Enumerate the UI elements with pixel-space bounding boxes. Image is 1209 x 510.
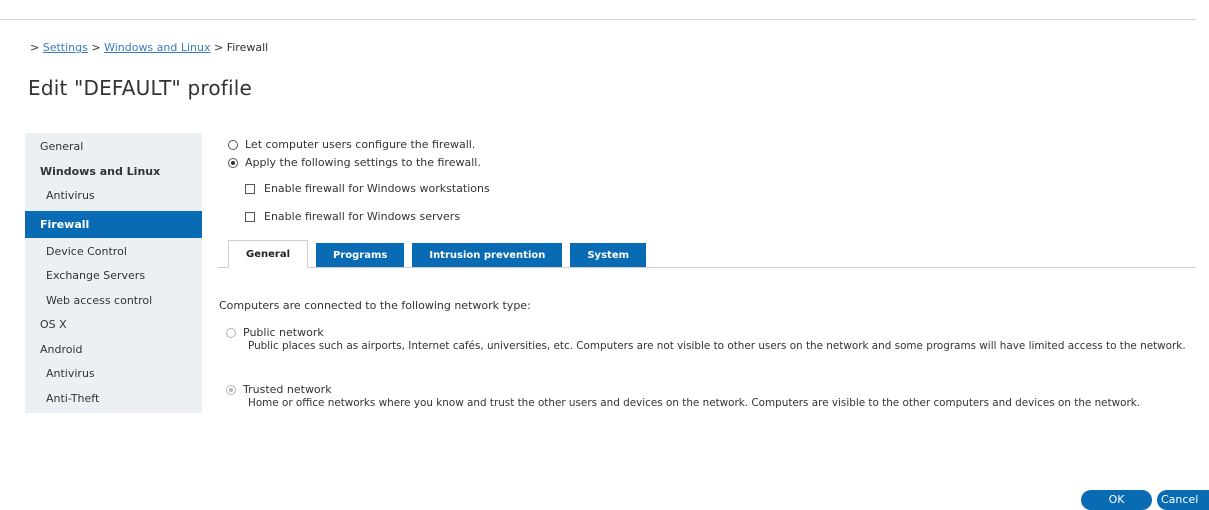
network-option-trusted: Trusted network Home or office networks … — [226, 383, 1208, 409]
breadcrumb-link-windows-linux[interactable]: Windows and Linux — [104, 41, 210, 54]
checkbox[interactable] — [245, 183, 255, 194]
sidebar-item-android[interactable]: Android — [25, 338, 202, 363]
network-option-description: Home or office networks where you know a… — [248, 397, 1141, 409]
sidebar-item-exchange-servers[interactable]: Exchange Servers — [25, 264, 202, 289]
sidebar-item-os-x[interactable]: OS X — [25, 313, 202, 338]
radio-button[interactable] — [228, 157, 238, 168]
checkbox[interactable] — [245, 211, 255, 222]
checkbox-label: Enable firewall for Windows servers — [264, 210, 461, 223]
tab-divider — [218, 267, 1196, 268]
top-divider — [0, 19, 1196, 20]
breadcrumb-separator: > — [87, 41, 105, 54]
sidebar-item-anti-theft[interactable]: Anti-Theft — [25, 387, 202, 412]
tab-intrusion-prevention[interactable]: Intrusion prevention — [412, 243, 563, 268]
page-title: Edit "DEFAULT" profile — [28, 76, 253, 100]
tab-bar: General Programs Intrusion prevention Sy… — [228, 240, 654, 268]
tab-programs[interactable]: Programs — [316, 243, 405, 268]
breadcrumb-separator: > — [210, 41, 227, 54]
checkbox-label: Enable firewall for Windows workstations — [264, 182, 490, 195]
radio-button[interactable] — [226, 327, 236, 338]
network-option-description: Public places such as airports, Internet… — [248, 340, 1186, 352]
radio-label: Let computer users configure the firewal… — [245, 138, 476, 151]
breadcrumb-link-settings[interactable]: Settings — [43, 41, 88, 54]
cancel-button[interactable]: Cancel — [1157, 490, 1209, 510]
radio-button[interactable] — [228, 139, 238, 150]
checkbox-windows-servers[interactable]: Enable firewall for Windows servers — [245, 210, 460, 223]
sidebar-item-general[interactable]: General — [25, 135, 202, 160]
sidebar-item-web-access-control[interactable]: Web access control — [25, 289, 202, 314]
network-type-intro: Computers are connected to the following… — [219, 299, 531, 312]
sidebar-item-android-antivirus[interactable]: Antivirus — [25, 362, 202, 387]
tab-general[interactable]: General — [228, 240, 308, 268]
network-option-label: Trusted network — [243, 383, 332, 396]
sidebar-item-antivirus[interactable]: Antivirus — [25, 184, 202, 209]
breadcrumb: > Settings > Windows and Linux > Firewal… — [30, 41, 268, 54]
sidebar-item-windows-linux[interactable]: Windows and Linux — [25, 160, 202, 185]
ok-button[interactable]: OK — [1081, 490, 1152, 510]
network-option-public-row[interactable]: Public network — [226, 326, 1208, 339]
network-option-trusted-row[interactable]: Trusted network — [226, 383, 1208, 396]
settings-sidebar: General Windows and Linux Antivirus Fire… — [25, 133, 202, 413]
breadcrumb-current: Firewall — [226, 41, 269, 54]
network-option-label: Public network — [243, 326, 324, 339]
radio-option-apply-settings[interactable]: Apply the following settings to the fire… — [228, 156, 481, 169]
radio-option-users-configure[interactable]: Let computer users configure the firewal… — [228, 138, 475, 151]
network-option-public: Public network Public places such as air… — [226, 326, 1208, 352]
radio-label: Apply the following settings to the fire… — [245, 156, 481, 169]
sidebar-item-firewall[interactable]: Firewall — [25, 210, 202, 238]
breadcrumb-prefix: > — [30, 41, 43, 54]
tab-system[interactable]: System — [570, 243, 647, 268]
sidebar-item-device-control[interactable]: Device Control — [25, 240, 202, 265]
checkbox-windows-workstations[interactable]: Enable firewall for Windows workstations — [245, 182, 490, 195]
radio-button[interactable] — [226, 384, 236, 395]
